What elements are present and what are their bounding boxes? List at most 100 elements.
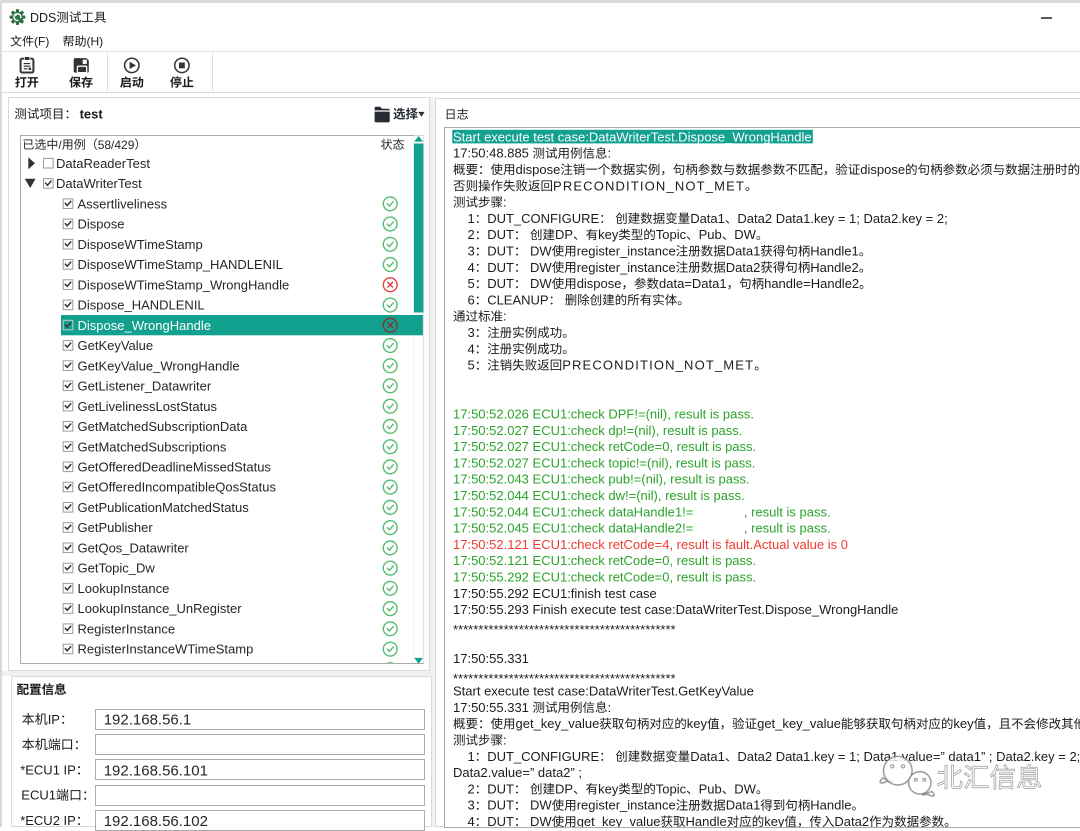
svg-text:192.168.56.1: 192.168.56.1	[104, 712, 192, 729]
svg-text:DW: DW	[526, 276, 552, 291]
svg-text:Start execute test case:DataWr: Start execute test case:DataWriterTest.G…	[453, 684, 754, 699]
svg-text:Dispose: Dispose	[78, 217, 125, 232]
svg-text:Dispose_WrongHandle: Dispose_WrongHandle	[78, 318, 211, 333]
svg-text:key: key	[687, 716, 708, 731]
svg-text:Assertliveliness: Assertliveliness	[78, 196, 168, 211]
svg-text:17:50:52.044 ECU1:check dw!=(n: 17:50:52.044 ECU1:check dw!=(nil), resul…	[453, 488, 745, 503]
svg-text:handle=Handle2: handle=Handle2	[764, 276, 859, 291]
svg-text:register_instance: register_instance	[577, 260, 676, 275]
svg-text:DUT: DUT	[487, 814, 514, 827]
svg-text:LookupInstance: LookupInstance	[78, 581, 170, 596]
svg-text:GetOfferedIncompatibleQosStatu: GetOfferedIncompatibleQosStatus	[78, 480, 277, 495]
svg-text:3: 3	[453, 325, 475, 340]
svg-text:Handle: Handle	[686, 814, 727, 827]
svg-text:Data2: Data2	[726, 260, 761, 275]
svg-text:17:50:52.026 ECU1:check DPF!=(: 17:50:52.026 ECU1:check DPF!=(nil), resu…	[453, 407, 754, 422]
svg-text:LookupInstance_UnRegister: LookupInstance_UnRegister	[78, 601, 243, 616]
svg-text:DUT_CONFIGURE: DUT_CONFIGURE	[487, 211, 599, 226]
svg-text:ECU1: ECU1	[21, 788, 56, 803]
svg-text:Data1: Data1	[690, 211, 725, 226]
svg-text:17:50:52.027 ECU1:check topic!: 17:50:52.027 ECU1:check topic!=(nil), re…	[453, 455, 755, 470]
svg-text:RegisterInstance: RegisterInstance	[78, 621, 176, 636]
svg-text:PRECONDITION_NOT_MET: PRECONDITION_NOT_MET	[553, 178, 745, 193]
svg-text:DUT: DUT	[487, 798, 514, 813]
svg-text:DUT_CONFIGURE: DUT_CONFIGURE	[487, 749, 599, 764]
svg-text:GetKeyValue: GetKeyValue	[78, 338, 154, 353]
svg-text:DisposeWTimeStamp: DisposeWTimeStamp	[78, 237, 203, 252]
svg-text:DP: DP	[555, 781, 573, 796]
svg-text::: :	[503, 309, 507, 324]
svg-text:Pub: Pub	[699, 227, 722, 242]
svg-text:DUT: DUT	[487, 260, 514, 275]
svg-text:DW: DW	[734, 227, 756, 242]
svg-text:Handle1: Handle1	[810, 244, 858, 259]
svg-text:3: 3	[453, 798, 475, 813]
svg-text:DUT: DUT	[487, 227, 514, 242]
svg-text:get_key_value: get_key_value	[577, 814, 661, 827]
svg-text:DW: DW	[526, 244, 552, 259]
svg-text:17:50:55.292 ECU1:finish test: 17:50:55.292 ECU1:finish test case	[453, 586, 657, 601]
svg-text:17:50:52.043 ECU1:check pub!=(: 17:50:52.043 ECU1:check pub!=(nil), resu…	[453, 472, 750, 487]
svg-text:Topic: Topic	[656, 781, 687, 796]
svg-text:2: 2	[453, 227, 475, 242]
svg-text:192.168.56.102: 192.168.56.102	[104, 813, 208, 827]
svg-text:17:50:52.044 ECU1:check dataHa: 17:50:52.044 ECU1:check dataHandle1!= , …	[453, 504, 831, 519]
svg-text:GetMatchedSubscriptionData: GetMatchedSubscriptionData	[78, 419, 249, 434]
svg-text:Data2 Data1.key = 1; Data2.key: Data2 Data1.key = 1; Data2.key = 2;	[737, 211, 947, 226]
svg-text:*ECU2 IP: *ECU2 IP	[20, 813, 76, 827]
svg-text:IP: IP	[48, 712, 60, 727]
svg-text:Handle: Handle	[810, 798, 851, 813]
svg-text:test: test	[80, 107, 104, 122]
svg-text:3: 3	[453, 244, 475, 259]
svg-text:17:50:52.027 ECU1:check retCod: 17:50:52.027 ECU1:check retCode=0, resul…	[453, 439, 756, 454]
svg-text:dispose: dispose	[860, 162, 905, 177]
svg-text:dispose: dispose	[516, 162, 561, 177]
svg-text:Data1: Data1	[726, 244, 761, 259]
svg-text:17:50:55.293 Finish execute te: 17:50:55.293 Finish execute test case:Da…	[453, 602, 898, 617]
svg-text::: :	[503, 195, 507, 210]
svg-text:*ECU1 IP: *ECU1 IP	[20, 762, 76, 777]
svg-text:17:50:55.292 ECU1:check retCod: 17:50:55.292 ECU1:check retCode=0, resul…	[453, 570, 756, 585]
svg-text:GetPublisher: GetPublisher	[78, 520, 154, 535]
svg-text:Data1: Data1	[726, 798, 761, 813]
svg-text:GetPublicationMatchedStatus: GetPublicationMatchedStatus	[78, 500, 250, 515]
svg-text:DW: DW	[526, 814, 552, 827]
svg-text:GetTopic_Dw: GetTopic_Dw	[78, 561, 156, 576]
svg-text:4: 4	[453, 341, 475, 356]
svg-text:register_instance: register_instance	[577, 244, 676, 259]
svg-text:DataReaderTest: DataReaderTest	[56, 156, 150, 171]
svg-text:5: 5	[453, 358, 475, 373]
svg-text:DW: DW	[526, 260, 552, 275]
svg-text:Data2.value=” data2” ;: Data2.value=” data2” ;	[453, 765, 582, 780]
svg-text:key: key	[598, 227, 619, 242]
svg-text:17:50:55.331: 17:50:55.331	[453, 700, 533, 715]
svg-text:Pub: Pub	[699, 781, 722, 796]
svg-text:6: 6	[453, 292, 475, 307]
svg-text:DDS: DDS	[30, 11, 56, 25]
svg-text:key: key	[598, 781, 619, 796]
svg-text::: :	[503, 733, 507, 748]
svg-text:DW: DW	[526, 798, 552, 813]
svg-text:key: key	[953, 716, 974, 731]
svg-text::: :	[608, 146, 612, 161]
svg-text:4: 4	[453, 814, 475, 827]
svg-text:PRECONDITION_NOT_MET: PRECONDITION_NOT_MET	[562, 358, 754, 373]
svg-text:17:50:52.121 ECU1:check retCod: 17:50:52.121 ECU1:check retCode=0, resul…	[453, 553, 756, 568]
svg-text:Handle2: Handle2	[810, 260, 858, 275]
svg-text:(F): (F)	[34, 35, 49, 49]
svg-text:DW: DW	[734, 781, 756, 796]
svg-text:17:50:52.027 ECU1:check dp!=(n: 17:50:52.027 ECU1:check dp!=(nil), resul…	[453, 423, 742, 438]
svg-text:17:50:52.121 ECU1:check retCod: 17:50:52.121 ECU1:check retCode=4, resul…	[453, 537, 848, 552]
svg-text:17:50:55.331: 17:50:55.331	[453, 651, 529, 666]
svg-text:1: 1	[453, 211, 475, 226]
svg-text:GetLivelinessLostStatus: GetLivelinessLostStatus	[78, 399, 218, 414]
svg-text:UnregisterInstance: UnregisterInstance	[78, 662, 187, 677]
svg-text:GetMatchedSubscriptions: GetMatchedSubscriptions	[78, 439, 227, 454]
svg-text:GetOfferedDeadlineMissedStatus: GetOfferedDeadlineMissedStatus	[78, 460, 272, 475]
svg-text:dispose: dispose	[577, 276, 622, 291]
svg-text::: :	[608, 700, 612, 715]
svg-text:1: 1	[453, 749, 475, 764]
svg-text:Data2: Data2	[834, 814, 869, 827]
svg-text:GetQos_Datawriter: GetQos_Datawriter	[78, 541, 190, 556]
svg-text:DP: DP	[555, 227, 573, 242]
